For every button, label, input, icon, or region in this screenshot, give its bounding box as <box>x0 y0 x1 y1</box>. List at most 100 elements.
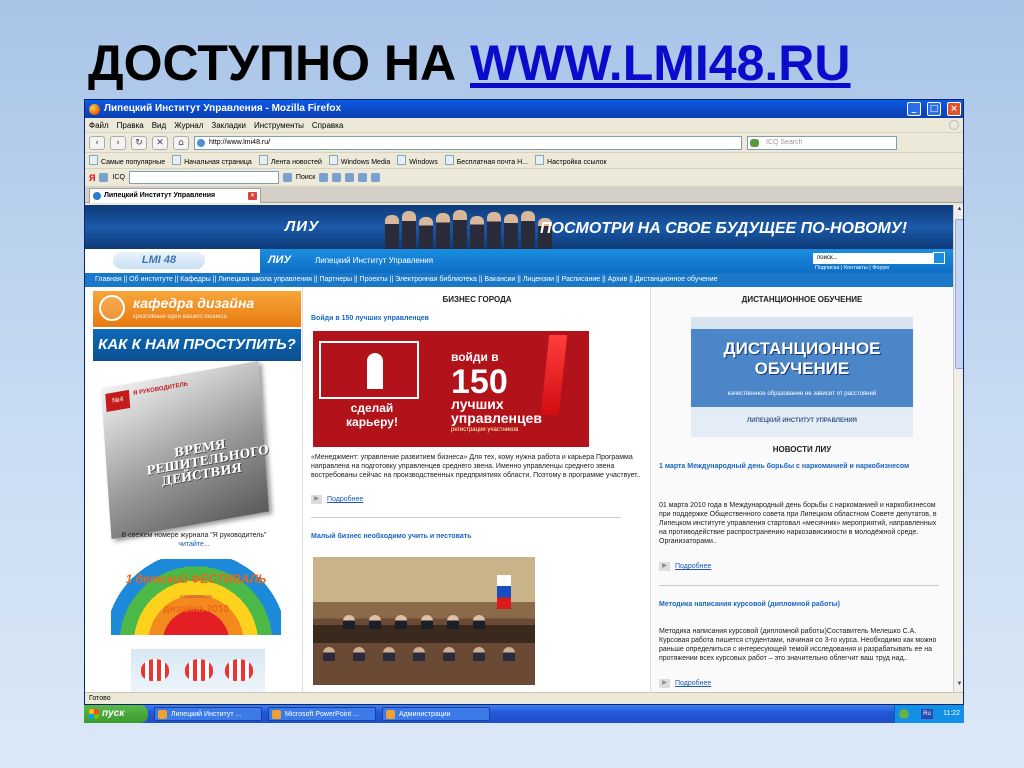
language-indicator[interactable]: Ru <box>921 709 933 719</box>
network-icon[interactable] <box>899 709 909 719</box>
news-text: 01 марта 2010 года в Международный день … <box>659 502 937 545</box>
menu-bookmarks[interactable]: Закладки <box>211 118 246 132</box>
toolbar-tool-icon[interactable] <box>319 173 329 182</box>
career-promo-image[interactable]: сделай карьеру! войди в 150 лучших управ… <box>313 331 589 447</box>
header-institute-name: Липецкий Институт Управления <box>315 256 434 265</box>
slide-title-link[interactable]: WWW.LMI48.RU <box>470 35 851 91</box>
reload-button[interactable]: ↻ <box>131 135 147 150</box>
meeting-photo-image[interactable] <box>313 557 535 685</box>
menu-view[interactable]: Вид <box>152 118 166 132</box>
stop-button[interactable]: ✕ <box>152 135 168 150</box>
minimize-button[interactable]: _ <box>907 102 921 116</box>
tab-close-icon[interactable]: × <box>248 192 257 200</box>
toolbar-tool-icon[interactable] <box>332 173 342 182</box>
right-column: ДИСТАНЦИОННОЕ ОБУЧЕНИЕ ДИСТАНЦИОННОЕ ОБУ… <box>651 287 953 692</box>
magazine-number: №4 <box>105 389 131 413</box>
status-bar: Готово <box>85 692 963 704</box>
menu-tools[interactable]: Инструменты <box>254 118 304 132</box>
firefox-icon <box>89 103 100 115</box>
search-box[interactable]: ICQ Search <box>747 135 897 150</box>
site-header: LMI 48 ЛИУ Липецкий Институт Управления … <box>85 249 953 273</box>
menu-history[interactable]: Журнал <box>174 118 203 132</box>
flag-icon <box>497 575 511 609</box>
news-title[interactable]: Методика написания курсовой (дипломной р… <box>659 600 939 609</box>
site-nav-menu[interactable]: Главная || Об институте || Кафедры || Ли… <box>85 273 953 287</box>
tab-lmi[interactable]: Липецкий Институт Управления × <box>89 188 261 203</box>
icq-icon[interactable] <box>99 173 109 182</box>
site-search-input[interactable]: поиск... <box>813 253 933 264</box>
magazine-caption: В свежем номере журнала "Я руководитель"… <box>85 531 303 549</box>
kafedra-banner[interactable]: кафедра дизайна креативные идеи вашего б… <box>93 291 301 327</box>
toolbar-tool-icon[interactable] <box>371 173 381 182</box>
bookmark-item[interactable]: Windows Media <box>329 155 390 166</box>
more-link[interactable]: Подробнее <box>659 679 711 688</box>
start-button[interactable]: пуск <box>84 705 148 723</box>
bookmark-item[interactable]: Бесплатная почта H... <box>445 155 528 166</box>
magazine-brand: Я РУКОВОДИТЕЛЬ <box>133 381 189 398</box>
bookmark-item[interactable]: Лента новостей <box>259 155 322 166</box>
more-link[interactable]: Подробнее <box>311 495 363 504</box>
vertical-scrollbar[interactable]: ▲ ▼ <box>953 205 963 692</box>
read-link[interactable]: читайте... <box>178 541 209 548</box>
yandex-search-input[interactable] <box>128 171 279 184</box>
bookmark-item[interactable]: Windows <box>397 155 437 166</box>
festival-banner[interactable]: 1 детский ФЕСТИВАЛЬ дизайна 2010 совреме… <box>111 559 281 635</box>
forward-button[interactable]: › <box>110 135 126 150</box>
more-link[interactable]: Подробнее <box>659 562 711 571</box>
header-links[interactable]: Подписка | Контакты | Форум <box>815 265 889 272</box>
bookmarks-toolbar: Самые популярные Начальная страница Лент… <box>85 153 963 169</box>
yandex-toolbar: Я ICQ Поиск <box>85 169 963 187</box>
scroll-thumb[interactable] <box>955 219 963 369</box>
search-placeholder: ICQ Search <box>766 138 803 146</box>
icq-label[interactable]: ICQ <box>112 174 124 181</box>
browser-window: Липецкий Институт Управления - Mozilla F… <box>84 99 964 705</box>
header-logo[interactable]: ЛИУ <box>268 253 291 267</box>
content-columns: кафедра дизайна креативные идеи вашего б… <box>85 287 953 692</box>
window-titlebar[interactable]: Липецкий Институт Управления - Mozilla F… <box>85 100 963 118</box>
toolbar-tool-icon[interactable] <box>345 173 355 182</box>
article-title[interactable]: Войди в 150 лучших управленцев <box>311 314 429 323</box>
taskbar-item-folder[interactable]: Администрации <box>382 707 490 721</box>
back-button[interactable]: ‹ <box>89 135 105 150</box>
magazine-cover-image[interactable]: №4 Я РУКОВОДИТЕЛЬ ВРЕМЯ РЕШИТЕЛЬНОГО ДЕЙ… <box>100 360 270 540</box>
scroll-up-icon[interactable]: ▲ <box>955 206 963 216</box>
navigation-toolbar: ‹ › ↻ ✕ ⌂ http://www.lmi48.ru/ ICQ Searc… <box>85 133 963 153</box>
url-bar[interactable]: http://www.lmi48.ru/ <box>194 135 742 150</box>
article-text: «Менеджмент: управление развитием бизнес… <box>311 454 641 479</box>
spinning-tops-image[interactable] <box>131 649 265 692</box>
lmi48-badge[interactable]: LMI 48 <box>113 252 205 269</box>
bookmark-item[interactable]: Начальная страница <box>172 155 252 166</box>
bookmark-item[interactable]: Настройка ссылок <box>535 155 607 166</box>
site-icon <box>197 138 205 147</box>
news-section-title: НОВОСТИ ЛИУ <box>772 445 832 454</box>
yandex-search-button[interactable]: Поиск <box>296 174 315 181</box>
home-button[interactable]: ⌂ <box>173 135 189 150</box>
tab-label: Липецкий Институт Управления <box>104 192 216 199</box>
banner-logo[interactable]: ЛИУ <box>285 217 319 237</box>
distance-learning-banner[interactable]: ДИСТАНЦИОННОЕ ОБУЧЕНИЕ качественное обра… <box>691 317 913 437</box>
menu-file[interactable]: Файл <box>89 118 109 132</box>
page-viewport: ЛИУ ПОСМОТРИ НА СВОЕ БУДУЩЕЕ ПО-НОВОМУ! … <box>85 205 963 692</box>
admission-banner[interactable]: КАК К НАМ ПРОСТУПИТЬ? <box>93 329 301 361</box>
yandex-logo[interactable]: Я <box>89 173 95 183</box>
distance-section-title: ДИСТАНЦИОННОЕ ОБУЧЕНИЕ <box>741 295 863 304</box>
article-title[interactable]: Малый бизнес необходимо учить и пестоват… <box>311 532 472 541</box>
icq-search-icon <box>750 138 759 147</box>
close-button[interactable]: × <box>947 102 961 116</box>
news-title[interactable]: 1 марта Международный день борьбы с нарк… <box>659 462 939 471</box>
scroll-down-icon[interactable]: ▼ <box>955 681 963 691</box>
search-icon[interactable] <box>282 173 292 182</box>
web-page: ЛИУ ПОСМОТРИ НА СВОЕ БУДУЩЕЕ ПО-НОВОМУ! … <box>85 205 953 692</box>
bookmark-item[interactable]: Самые популярные <box>89 155 165 166</box>
maximize-button[interactable]: □ <box>927 102 941 116</box>
menu-edit[interactable]: Правка <box>117 118 144 132</box>
site-search-button[interactable] <box>933 252 945 264</box>
taskbar-item-firefox[interactable]: Липецкий Институт ... <box>154 707 262 721</box>
taskbar-item-powerpoint[interactable]: Microsoft PowerPoint ... <box>268 707 376 721</box>
tab-strip: Липецкий Институт Управления × <box>85 187 963 203</box>
toolbar-tool-icon[interactable] <box>358 173 368 182</box>
menu-help[interactable]: Справка <box>312 118 343 132</box>
divider <box>311 517 621 518</box>
clock[interactable]: 11:22 <box>943 710 960 717</box>
site-banner: ЛИУ ПОСМОТРИ НА СВОЕ БУДУЩЕЕ ПО-НОВОМУ! <box>85 205 953 249</box>
